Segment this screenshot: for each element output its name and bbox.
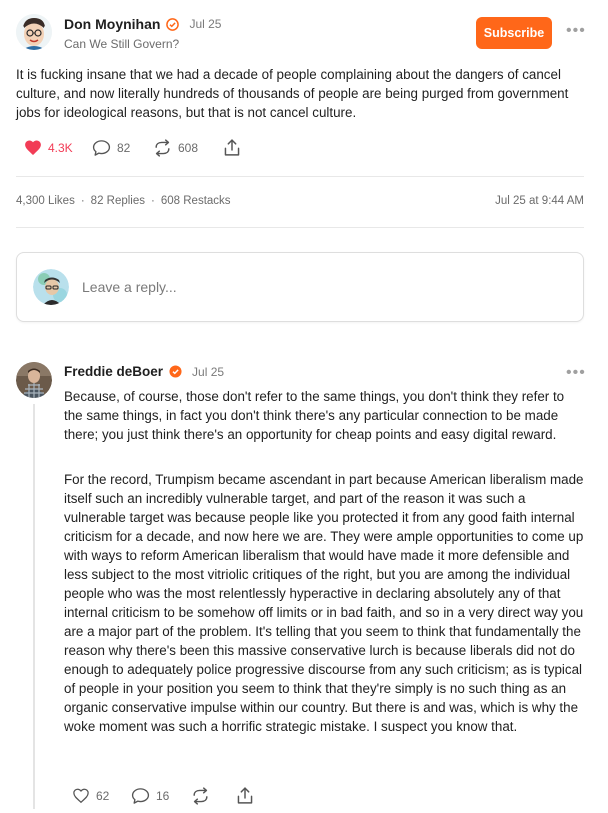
author-name[interactable]: Don Moynihan [64,16,160,32]
comment-more-options-icon[interactable]: ••• [566,364,586,382]
like-button[interactable]: 4.3K [24,139,73,156]
subscribe-button[interactable]: Subscribe [476,17,552,49]
author-avatar[interactable] [16,14,52,50]
verified-icon [166,17,180,31]
restack-button[interactable]: 608 [153,139,198,157]
separator: · [151,195,155,207]
restacks-stat[interactable]: 608 Restacks [161,195,231,207]
share-icon [236,786,254,805]
divider [16,176,584,177]
comment-restack-button[interactable] [191,787,210,805]
verified-badge-icon [169,365,182,378]
commenter-name[interactable]: Freddie deBoer [64,364,163,379]
restack-icon [191,787,210,805]
like-count: 4.3K [48,140,73,155]
restack-icon [153,139,172,157]
share-button[interactable] [223,138,241,157]
post-timestamp[interactable]: Jul 25 at 9:44 AM [495,195,584,207]
reply-button[interactable]: 82 [92,139,130,157]
post-stats: 4,300 Likes · 82 Replies · 608 Restacks [16,195,231,207]
comment-reply-count: 16 [156,789,170,803]
more-options-icon[interactable]: ••• [566,22,586,40]
commenter-avatar[interactable] [16,362,52,398]
comment-reply-button[interactable]: 16 [131,787,169,805]
divider [16,227,584,228]
comment-date[interactable]: Jul 25 [192,365,224,379]
separator: · [80,195,85,207]
comment-like-button[interactable]: 62 [72,787,109,804]
current-user-avatar [33,269,69,305]
reply-box[interactable]: Leave a reply... [16,252,584,322]
thread-line [33,404,35,809]
comment-paragraph-1: Because, of course, those don't refer to… [64,389,565,442]
post-text: It is fucking insane that we had a decad… [16,67,569,120]
publication-name[interactable]: Can We Still Govern? [64,37,179,51]
heart-filled-icon [24,139,42,156]
reply-count: 82 [117,141,131,155]
restack-count: 608 [178,141,199,155]
comment-share-button[interactable] [236,786,254,805]
post-date[interactable]: Jul 25 [189,17,221,31]
comment-icon [92,139,111,157]
heart-icon [72,787,90,804]
reply-input-placeholder[interactable]: Leave a reply... [82,279,177,295]
replies-stat[interactable]: 82 Replies [91,195,145,207]
comment-icon [131,787,150,805]
likes-stat[interactable]: 4,300 Likes [16,195,75,207]
comment-like-count: 62 [96,788,110,803]
share-icon [223,138,241,157]
comment-paragraph-2: For the record, Trumpism became ascendan… [64,472,584,734]
